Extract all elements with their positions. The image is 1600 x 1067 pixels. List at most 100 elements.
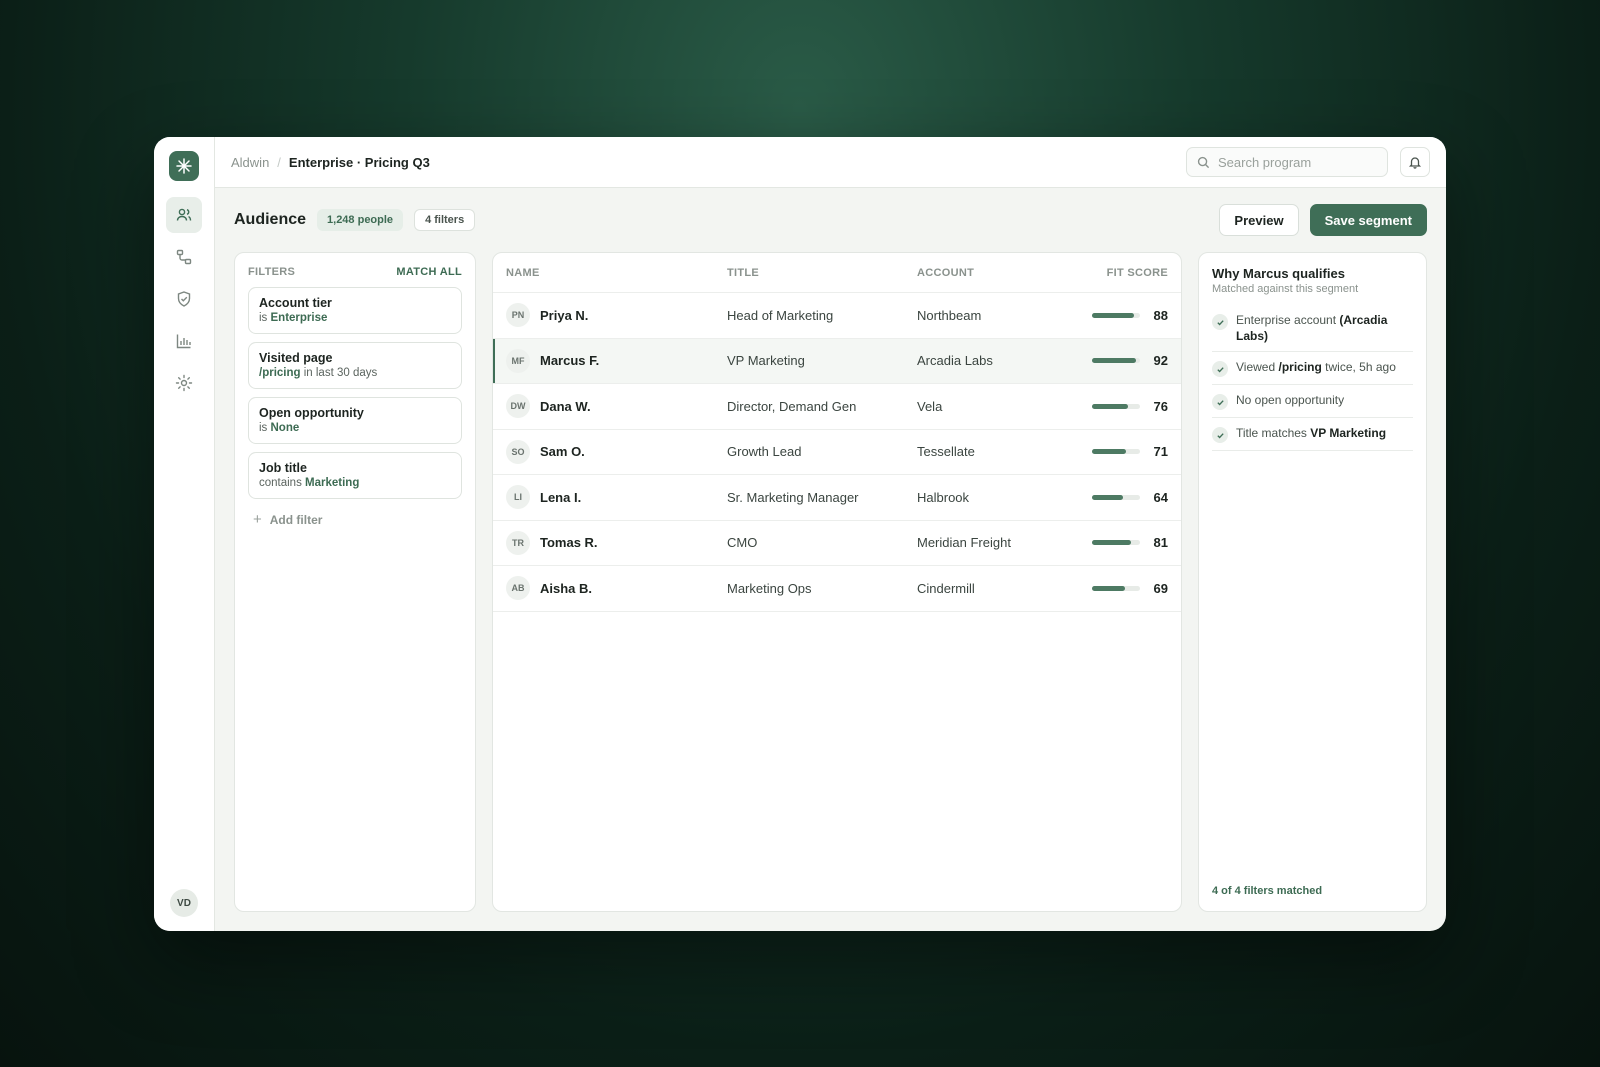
fit-score-bar-fill xyxy=(1092,540,1131,546)
filter-item[interactable]: Account tier is Enterprise xyxy=(248,287,462,334)
cell-name: LI Lena I. xyxy=(506,485,727,510)
save-segment-button[interactable]: Save segment xyxy=(1309,204,1427,236)
fit-score-bar xyxy=(1092,494,1140,500)
person-name[interactable]: Tomas R. xyxy=(540,535,598,550)
nav-settings[interactable] xyxy=(166,365,202,401)
person-name[interactable]: Aisha B. xyxy=(540,581,592,596)
filter-item[interactable]: Open opportunity is None xyxy=(248,397,462,444)
cell-account: Meridian Freight xyxy=(917,535,1011,551)
avatar: TR xyxy=(506,530,530,555)
nav-flows[interactable] xyxy=(166,239,202,275)
table-row[interactable]: LI Lena I. Sr. Marketing Manager Halbrook 64 xyxy=(493,475,1181,521)
table-row[interactable]: PN Priya N. Head of Marketing Northbeam 88 xyxy=(493,293,1181,339)
reason-prefix: Viewed xyxy=(1236,360,1279,374)
cell-title: Director, Demand Gen xyxy=(727,398,857,414)
cell-fit-score: 69 xyxy=(1087,581,1168,596)
column-fit-score[interactable]: FIT SCORE xyxy=(1087,267,1168,279)
person-name[interactable]: Priya N. xyxy=(540,308,588,323)
shield-icon xyxy=(177,291,191,307)
table-row[interactable]: DW Dana W. Director, Demand Gen Vela 76 xyxy=(493,384,1181,430)
reason-highlight: VP Marketing xyxy=(1310,426,1387,440)
filter-condition: is None xyxy=(259,422,451,434)
table-row[interactable]: MF Marcus F. VP Marketing Arcadia Labs 92 xyxy=(493,338,1181,384)
column-account[interactable]: ACCOUNT xyxy=(917,267,1087,279)
cell-title: VP Marketing xyxy=(727,353,805,369)
match-all-toggle[interactable]: MATCH ALL xyxy=(396,266,462,278)
reason-item: Viewed /pricing twice, 5h ago xyxy=(1212,352,1413,385)
table-header: NAME TITLE ACCOUNT FIT SCORE xyxy=(493,253,1181,293)
nav-compliance[interactable] xyxy=(166,281,202,317)
filter-field: Visited page xyxy=(259,351,333,365)
cell-name: AB Aisha B. xyxy=(506,576,727,601)
notifications-button[interactable] xyxy=(1400,147,1430,177)
qualification-subtitle: Matched against this segment xyxy=(1212,283,1359,295)
avatar: LI xyxy=(506,485,530,510)
fit-score-bar xyxy=(1092,540,1140,546)
nav-rail: VD xyxy=(154,137,215,931)
person-name[interactable]: Sam O. xyxy=(540,444,585,459)
filter-operator: is xyxy=(259,312,271,324)
qualification-panel: Why Marcus qualifies Matched against thi… xyxy=(1198,252,1427,912)
reason-highlight: /pricing xyxy=(1278,360,1322,374)
cell-title: Head of Marketing xyxy=(727,307,834,323)
table-row[interactable]: TR Tomas R. CMO Meridian Freight 81 xyxy=(493,521,1181,566)
column-title[interactable]: TITLE xyxy=(727,267,917,279)
search-input[interactable]: Search program xyxy=(1186,147,1388,177)
table-row[interactable]: SO Sam O. Growth Lead Tessellate 71 xyxy=(493,430,1181,475)
logo-icon[interactable] xyxy=(169,151,199,181)
avatar: MF xyxy=(506,348,530,373)
person-name[interactable]: Marcus F. xyxy=(540,353,599,368)
reason-suffix: twice, 5h ago xyxy=(1321,360,1396,374)
fit-score-value: 81 xyxy=(1153,535,1168,551)
avatar: PN xyxy=(506,303,530,328)
reason-list: Enterprise account (Arcadia Labs) Viewed … xyxy=(1212,305,1413,451)
check-icon xyxy=(1212,394,1228,410)
cell-fit-score: 81 xyxy=(1087,535,1168,550)
fit-score-bar xyxy=(1092,585,1140,591)
preview-button[interactable]: Preview xyxy=(1219,204,1299,236)
filter-condition: is Enterprise xyxy=(259,312,451,324)
cell-account: Vela xyxy=(917,398,943,414)
app-window: VD Aldwin / Enterprise · Pricing Q3 Sear… xyxy=(154,137,1446,931)
people-count-badge: 1,248 people xyxy=(317,209,404,231)
person-name[interactable]: Dana W. xyxy=(540,399,591,414)
fit-score-bar-fill xyxy=(1092,403,1129,409)
table-body: PN Priya N. Head of Marketing Northbeam 88 MF… xyxy=(493,293,1181,612)
filter-count-badge[interactable]: 4 filters xyxy=(414,209,476,231)
filter-operator: is xyxy=(259,422,271,434)
page-title: Audience xyxy=(234,211,307,228)
filter-item[interactable]: Visited page/pricing in last 30 days xyxy=(248,342,462,389)
filter-item[interactable]: Job title contains Marketing xyxy=(248,452,462,499)
filter-value: Marketing xyxy=(305,477,360,489)
cell-name: PN Priya N. xyxy=(506,303,727,328)
fit-score-bar-fill xyxy=(1092,449,1127,455)
reason-text: Viewed /pricing twice, 5h ago xyxy=(1236,359,1396,375)
cell-fit-score: 76 xyxy=(1087,399,1168,414)
cell-account: Tessellate xyxy=(917,444,975,460)
fit-score-bar-fill xyxy=(1092,585,1126,591)
content-panels: FILTERS MATCH ALL Account tier is Enterpr… xyxy=(215,252,1446,931)
cell-fit-score: 88 xyxy=(1087,308,1168,323)
breadcrumb-root[interactable]: Aldwin xyxy=(231,155,269,170)
nav-audience[interactable] xyxy=(166,197,202,233)
add-filter-label: Add filter xyxy=(269,512,323,527)
bell-icon xyxy=(1408,157,1422,169)
nav-analytics[interactable] xyxy=(166,323,202,359)
fit-score-bar xyxy=(1092,312,1140,318)
table-row[interactable]: AB Aisha B. Marketing Ops Cindermill 69 xyxy=(493,566,1181,612)
breadcrumb-separator: / xyxy=(277,154,281,170)
breadcrumb-current: Enterprise · Pricing Q3 xyxy=(288,154,430,170)
add-filter-button[interactable]: + Add filter xyxy=(253,511,462,528)
cell-name: TR Tomas R. xyxy=(506,530,727,555)
reason-item: Enterprise account (Arcadia Labs) xyxy=(1212,305,1413,352)
filter-value: Enterprise xyxy=(270,312,328,324)
match-summary: 4 of 4 filters matched xyxy=(1212,885,1323,897)
person-name[interactable]: Lena I. xyxy=(540,490,581,505)
cell-account: Cindermill xyxy=(917,580,975,596)
user-avatar[interactable]: VD xyxy=(170,889,198,917)
check-icon xyxy=(1212,314,1228,330)
filter-value: /pricing xyxy=(259,367,301,379)
filter-field: Job title xyxy=(259,461,307,475)
reason-text: Title matches VP Marketing xyxy=(1236,425,1386,441)
column-name[interactable]: NAME xyxy=(506,267,727,279)
